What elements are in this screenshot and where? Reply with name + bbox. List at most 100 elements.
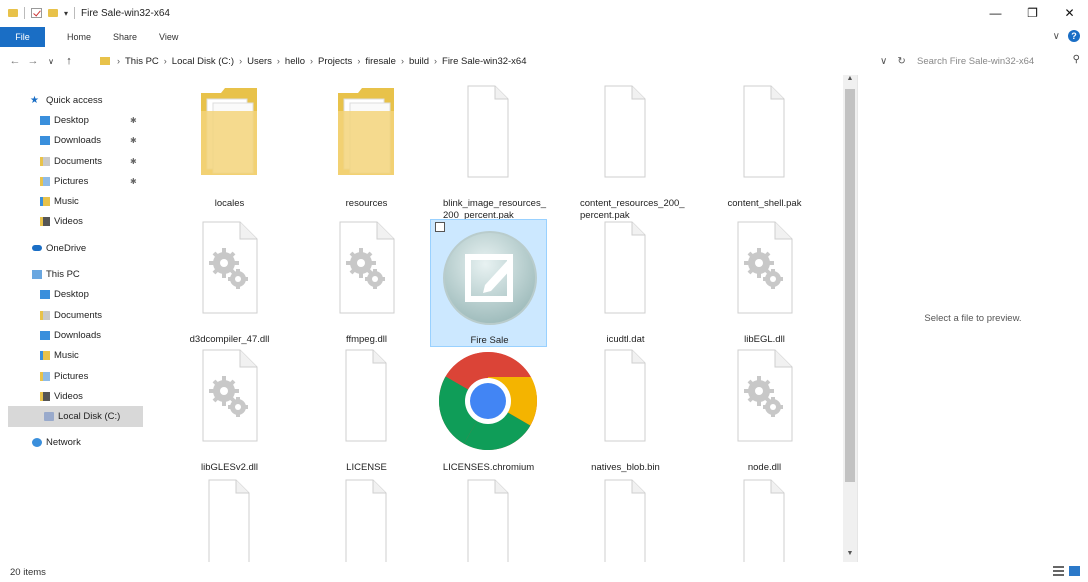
file-item[interactable]: ffmpeg.dll [308,219,425,347]
breadcrumb-item[interactable]: firesale [365,56,396,67]
file-icon [345,479,387,562]
file-item[interactable]: Fire Sale [430,219,547,347]
file-item[interactable] [308,477,425,562]
sidebar-item-music[interactable]: Music [0,346,143,366]
sidebar-item-this-pc[interactable]: This PC [0,264,143,284]
file-item[interactable]: content_resources_200_ percent.pak [567,83,685,221]
file-item[interactable]: LICENSES.chromium [430,347,547,475]
large-icons-view-icon[interactable] [1069,566,1080,576]
file-item[interactable]: LICENSE [308,347,425,475]
tab-home[interactable]: Home [67,32,91,42]
chevron-right-icon[interactable]: › [164,56,167,66]
sidebar-item-documents[interactable]: Documents ✱ [0,151,143,171]
file-item[interactable]: libGLESv2.dll [171,347,288,475]
pin-icon[interactable]: ✱ [130,136,137,145]
sidebar-item-network[interactable]: Network [0,433,143,453]
sidebar-item-documents[interactable]: Documents [0,305,143,325]
file-icon [467,479,509,562]
sidebar-item-onedrive[interactable]: OneDrive [0,238,143,258]
sidebar-item-videos[interactable]: Videos [0,386,143,406]
quick-access-toolbar: ▾ [0,7,76,19]
chevron-right-icon[interactable]: › [277,56,280,66]
vertical-scrollbar[interactable]: ▲ ▼ [843,75,857,562]
sidebar-item-pictures[interactable]: Pictures ✱ [0,171,143,191]
recent-locations-dropdown-icon[interactable]: ∨ [42,57,60,66]
sidebar-item-desktop[interactable]: Desktop ✱ [0,110,143,130]
sidebar-item-quick-access[interactable]: ★ Quick access [0,90,143,110]
tab-view[interactable]: View [159,32,178,42]
breadcrumb-item[interactable]: Local Disk (C:) [172,56,234,67]
pin-icon[interactable]: ✱ [130,157,137,166]
forward-arrow-icon[interactable]: → [24,55,42,67]
breadcrumb-item[interactable]: Users [247,56,272,67]
pin-icon[interactable]: ✱ [130,116,137,125]
new-folder-icon[interactable] [48,9,58,17]
chevron-right-icon[interactable]: › [117,56,120,66]
help-icon[interactable]: ? [1068,30,1080,42]
sidebar-item-music[interactable]: Music [0,191,143,211]
file-item[interactable]: libEGL.dll [706,219,823,347]
file-item[interactable] [567,477,684,562]
scroll-up-icon[interactable]: ▲ [843,75,857,87]
file-item[interactable] [706,477,823,562]
address-dropdown-icon[interactable]: ∨ [880,56,887,67]
file-name: icudtl.dat [606,334,645,345]
chevron-right-icon[interactable]: › [401,56,404,66]
maximize-button[interactable]: ❐ [1014,0,1051,26]
breadcrumb-item[interactable]: hello [285,56,305,67]
scrollbar-thumb[interactable] [845,89,855,482]
properties-icon[interactable] [31,8,42,18]
file-item[interactable]: icudtl.dat [567,219,684,347]
file-item[interactable] [430,477,547,562]
sidebar-item-label: This PC [46,269,80,281]
expand-ribbon-icon[interactable]: ∨ [1053,31,1060,42]
file-item[interactable]: node.dll [706,347,823,475]
tab-file[interactable]: File [0,27,45,47]
folder-icon [336,85,396,177]
up-arrow-icon[interactable]: ↑ [60,55,78,67]
search-box[interactable]: Search Fire Sale-win32-x64 ⚲ [909,51,1084,71]
chevron-right-icon[interactable]: › [357,56,360,66]
preview-pane: Select a file to preview. [857,75,1088,562]
breadcrumb-item[interactable]: build [409,56,429,67]
folder-icon [199,85,259,177]
sidebar-item-label: Documents [54,155,103,167]
sidebar-item-downloads[interactable]: Downloads [0,325,143,345]
file-item[interactable]: locales [171,83,288,211]
breadcrumb-item[interactable]: This PC [125,56,159,67]
minimize-button[interactable]: — [977,0,1014,26]
breadcrumb-item[interactable]: Fire Sale-win32-x64 [442,56,526,67]
file-item[interactable] [171,477,288,562]
file-item[interactable]: natives_blob.bin [567,347,684,475]
customize-toolbar-dropdown-icon[interactable]: ▾ [64,9,68,18]
preview-message: Select a file to preview. [924,313,1022,324]
details-view-icon[interactable] [1053,566,1064,576]
file-item[interactable]: d3dcompiler_47.dll [171,219,288,347]
sidebar-item-pictures[interactable]: Pictures [0,366,143,386]
file-item[interactable]: resources [308,83,425,211]
close-button[interactable]: ✕ [1051,0,1088,26]
tab-share[interactable]: Share [113,32,137,42]
chevron-right-icon[interactable]: › [310,56,313,66]
address-bar[interactable]: › This PC › Local Disk (C:) › Users › he… [100,51,898,71]
pin-icon[interactable]: ✱ [130,177,137,186]
downloads-folder-icon [40,330,50,340]
sidebar-item-label: Desktop [54,289,89,301]
chevron-right-icon[interactable]: › [239,56,242,66]
chevron-right-icon[interactable]: › [434,56,437,66]
sidebar-item-local-disk[interactable]: Local Disk (C:) [8,406,143,427]
sidebar-item-label: Music [54,196,79,208]
sidebar-item-downloads[interactable]: Downloads ✱ [0,131,143,151]
window-title: Fire Sale-win32-x64 [81,7,170,19]
folder-icon[interactable] [8,9,18,17]
refresh-icon[interactable]: ↻ [897,56,905,67]
file-item[interactable]: content_shell.pak [706,83,823,211]
back-arrow-icon[interactable]: ← [6,55,24,67]
search-icon[interactable]: ⚲ [1073,54,1080,65]
scroll-down-icon[interactable]: ▼ [843,550,857,562]
search-input[interactable]: Search Fire Sale-win32-x64 [917,56,1034,67]
breadcrumb-item[interactable]: Projects [318,56,352,67]
sidebar-item-desktop[interactable]: Desktop [0,285,143,305]
sidebar-item-videos[interactable]: Videos [0,212,143,232]
file-item[interactable]: blink_image_resources_ 200_percent.pak [430,83,547,221]
